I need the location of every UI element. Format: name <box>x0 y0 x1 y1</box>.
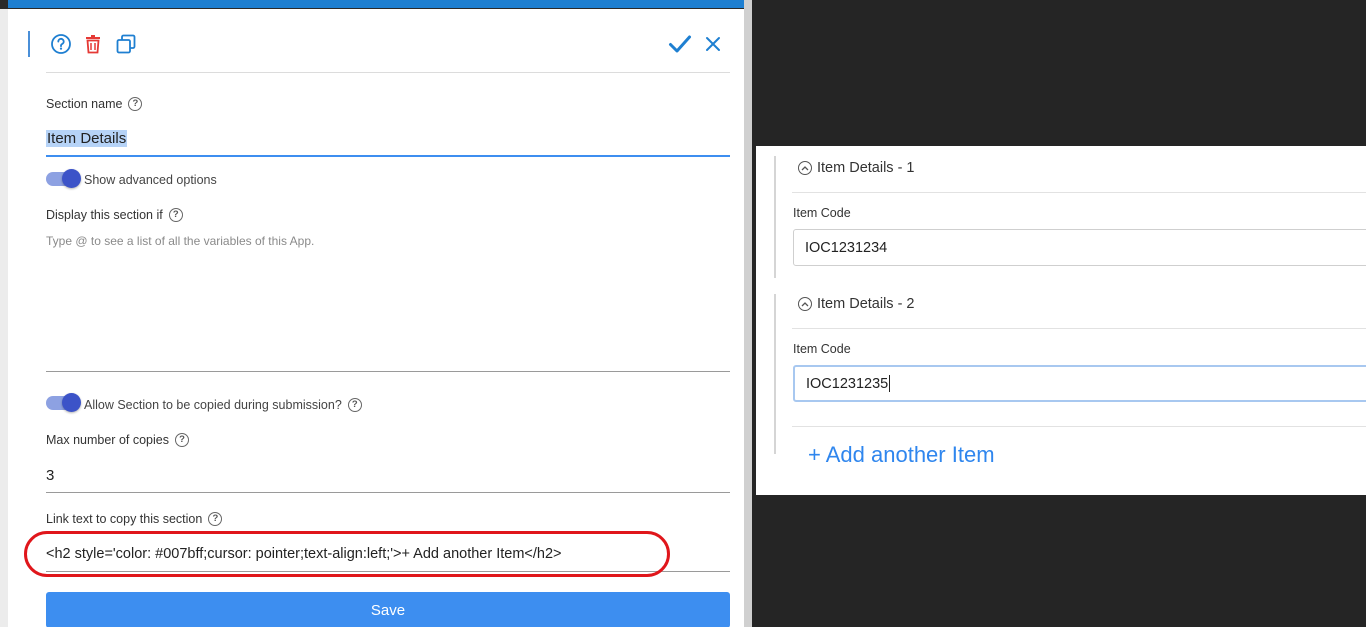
display-if-textarea[interactable]: Type @ to see a list of all the variable… <box>46 234 730 369</box>
copy-icon <box>116 34 136 54</box>
advanced-options-label: Show advanced options <box>84 173 217 187</box>
duplicate-section-button[interactable] <box>113 31 139 57</box>
link-text-help-icon[interactable]: ? <box>208 512 223 526</box>
display-if-help-icon[interactable]: ? <box>168 208 183 222</box>
toolbar-divider <box>46 72 730 73</box>
help-button[interactable] <box>48 31 74 57</box>
section-name-input[interactable]: Item Details <box>46 130 128 147</box>
section-settings-panel: Section name ? Item Details Show advance… <box>0 0 752 627</box>
close-icon <box>706 37 720 51</box>
link-text-label: Link text to copy this section ? <box>46 512 223 526</box>
add-another-item-link[interactable]: + Add another Item <box>808 442 995 468</box>
allow-copy-label: Allow Section to be copied during submis… <box>84 398 362 412</box>
toolbar-indicator <box>28 31 30 57</box>
save-button[interactable]: Save <box>46 592 730 627</box>
chevron-up-icon <box>801 302 809 307</box>
allow-copy-toggle[interactable] <box>46 393 81 412</box>
section-2-divider <box>792 328 1366 329</box>
section-2-border <box>774 294 776 454</box>
panel-top-bar <box>0 0 752 9</box>
max-copies-help-icon[interactable]: ? <box>174 433 189 447</box>
section-name-underline <box>46 155 730 157</box>
question-circle-icon <box>51 34 71 54</box>
section-name-help-icon[interactable]: ? <box>128 97 143 111</box>
panel-scroll-edge <box>744 0 752 627</box>
section-2-header[interactable]: Item Details - 2 <box>798 296 915 312</box>
delete-section-button[interactable] <box>80 31 106 57</box>
max-copies-underline <box>46 492 730 493</box>
section-1-border <box>774 156 776 278</box>
toggle-knob <box>62 169 81 188</box>
form-preview: Item Details - 1 Item Code IOC1231234 It… <box>756 146 1366 495</box>
text-caret <box>889 375 891 392</box>
collapse-icon[interactable] <box>798 161 812 175</box>
check-icon <box>669 35 691 53</box>
max-copies-label: Max number of copies ? <box>46 433 189 447</box>
item-code-input-2[interactable]: IOC1231235 <box>793 365 1366 402</box>
display-if-underline <box>46 371 730 372</box>
link-text-input[interactable]: <h2 style='color: #007bff;cursor: pointe… <box>46 546 562 562</box>
confirm-button[interactable] <box>667 31 693 57</box>
item-code-input-1[interactable]: IOC1231234 <box>793 229 1366 266</box>
toggle-knob <box>62 393 81 412</box>
max-copies-input[interactable]: 3 <box>46 467 54 484</box>
section-1-divider <box>792 192 1366 193</box>
trash-icon <box>86 35 100 54</box>
allow-copy-help-icon[interactable]: ? <box>347 398 362 412</box>
display-if-label: Display this section if ? <box>46 208 183 222</box>
section-name-label: Section name ? <box>46 97 143 111</box>
panel-accent-bar <box>8 0 744 8</box>
section-1-header[interactable]: Item Details - 1 <box>798 160 915 176</box>
item-code-label-2: Item Code <box>793 342 851 356</box>
advanced-options-toggle[interactable] <box>46 169 81 188</box>
item-code-label-1: Item Code <box>793 206 851 220</box>
close-button[interactable] <box>700 31 726 57</box>
link-text-underline <box>46 571 730 572</box>
settings-card: Section name ? Item Details Show advance… <box>8 9 744 627</box>
add-link-divider <box>792 426 1366 427</box>
collapse-icon[interactable] <box>798 297 812 311</box>
chevron-up-icon <box>801 166 809 171</box>
